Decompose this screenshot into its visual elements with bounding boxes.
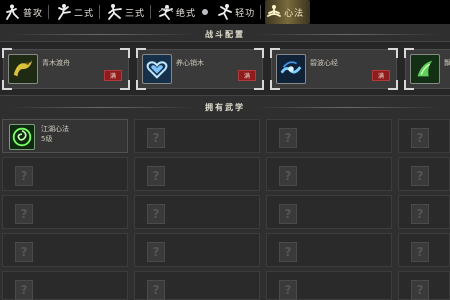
empty-skill-cell[interactable]: ? bbox=[134, 271, 260, 300]
wave-icon bbox=[276, 54, 306, 84]
meditate-pose-icon bbox=[265, 3, 283, 21]
lunge-pose-icon bbox=[106, 3, 124, 21]
unknown-skill-icon: ? bbox=[279, 280, 297, 300]
full-level-badge: 满 bbox=[372, 70, 390, 81]
unknown-skill-icon: ? bbox=[147, 128, 165, 148]
tab-lightness-skill[interactable]: 轻功 bbox=[216, 0, 262, 24]
skill-name: 养心销木 bbox=[176, 59, 204, 67]
tab-normal-attack[interactable]: 普攻 bbox=[4, 0, 50, 24]
skill-name: 青木渡舟 bbox=[42, 59, 70, 67]
green-spiral-icon bbox=[9, 124, 35, 150]
yellow-dragon-icon bbox=[8, 54, 38, 84]
unknown-skill-icon: ? bbox=[279, 128, 297, 148]
owned-skills-title: 拥有武学 bbox=[0, 100, 450, 114]
tab-label: 心法 bbox=[284, 8, 305, 19]
tab-label: 普攻 bbox=[23, 8, 44, 19]
unknown-skill-icon: ? bbox=[15, 204, 33, 224]
skill-level: 5级 bbox=[41, 135, 53, 143]
unknown-skill-icon: ? bbox=[279, 242, 297, 262]
unknown-skill-icon: ? bbox=[147, 242, 165, 262]
battle-config-title: 战斗配置 bbox=[0, 27, 450, 41]
tab-label: 三式 bbox=[125, 8, 146, 19]
unknown-skill-icon: ? bbox=[147, 280, 165, 300]
empty-skill-cell[interactable]: ? bbox=[134, 233, 260, 267]
battle-slot[interactable]: 养心销木 满 bbox=[136, 48, 264, 90]
battle-slot[interactable]: 飘山 bbox=[404, 48, 450, 90]
empty-skill-cell[interactable]: ? bbox=[398, 157, 450, 191]
empty-skill-cell[interactable]: ? bbox=[398, 233, 450, 267]
unknown-skill-icon: ? bbox=[411, 204, 429, 224]
unknown-skill-icon: ? bbox=[279, 166, 297, 186]
empty-skill-cell[interactable]: ? bbox=[266, 119, 392, 153]
skill-name: 碧波心经 bbox=[310, 59, 338, 67]
kick-pose-icon bbox=[55, 3, 73, 21]
full-level-badge: 满 bbox=[104, 70, 122, 81]
empty-skill-cell[interactable]: ? bbox=[266, 233, 392, 267]
empty-skill-cell[interactable]: ? bbox=[2, 195, 128, 229]
unknown-skill-icon: ? bbox=[15, 280, 33, 300]
unknown-skill-icon: ? bbox=[147, 204, 165, 224]
owned-skill-card[interactable]: 江湖心法 5级 bbox=[2, 119, 128, 153]
unknown-skill-icon: ? bbox=[147, 166, 165, 186]
unknown-skill-icon: ? bbox=[411, 280, 429, 300]
empty-skill-cell[interactable]: ? bbox=[2, 233, 128, 267]
full-level-badge: 满 bbox=[238, 70, 256, 81]
leap-pose-icon bbox=[216, 3, 234, 21]
empty-skill-cell[interactable]: ? bbox=[134, 195, 260, 229]
separator-dot-icon bbox=[202, 9, 209, 15]
empty-skill-cell[interactable]: ? bbox=[266, 271, 392, 300]
empty-skill-cell[interactable]: ? bbox=[134, 157, 260, 191]
empty-skill-cell[interactable]: ? bbox=[2, 271, 128, 300]
skill-name: 飘山 bbox=[444, 59, 450, 67]
battle-slot[interactable]: 碧波心经 满 bbox=[270, 48, 398, 90]
tab-third-form[interactable]: 三式 bbox=[106, 0, 152, 24]
battle-config-panel: 青木渡舟 满 养心销木 满 碧波心经 满 飘山 bbox=[0, 41, 450, 96]
empty-skill-cell[interactable]: ? bbox=[266, 195, 392, 229]
skill-tabbar: 普攻 二式 三式 绝式 轻功 心法 bbox=[0, 0, 450, 24]
spin-pose-icon bbox=[157, 3, 175, 21]
unknown-skill-icon: ? bbox=[411, 242, 429, 262]
unknown-skill-icon: ? bbox=[411, 128, 429, 148]
empty-skill-cell[interactable]: ? bbox=[398, 195, 450, 229]
green-wind-icon bbox=[410, 54, 440, 84]
empty-skill-cell[interactable]: ? bbox=[134, 119, 260, 153]
unknown-skill-icon: ? bbox=[15, 166, 33, 186]
tab-ultimate-form[interactable]: 绝式 bbox=[157, 0, 196, 24]
tab-label: 绝式 bbox=[176, 8, 197, 19]
empty-skill-cell[interactable]: ? bbox=[398, 119, 450, 153]
skill-name: 江湖心法 bbox=[41, 125, 69, 133]
owned-skills-grid: 江湖心法 5级 ??????????????????? bbox=[0, 117, 450, 300]
empty-skill-cell[interactable]: ? bbox=[266, 157, 392, 191]
battle-slot[interactable]: 青木渡舟 满 bbox=[2, 48, 130, 90]
unknown-skill-icon: ? bbox=[279, 204, 297, 224]
unknown-skill-icon: ? bbox=[411, 166, 429, 186]
tab-label: 二式 bbox=[74, 8, 95, 19]
unknown-skill-icon: ? bbox=[15, 242, 33, 262]
tab-label: 轻功 bbox=[235, 8, 256, 19]
empty-skill-cell[interactable]: ? bbox=[398, 271, 450, 300]
tab-inner-method[interactable]: 心法 bbox=[265, 0, 311, 24]
empty-skill-cell[interactable]: ? bbox=[2, 157, 128, 191]
fighter-pose-icon bbox=[4, 3, 22, 21]
heart-icon bbox=[142, 54, 172, 84]
tab-second-form[interactable]: 二式 bbox=[55, 0, 101, 24]
